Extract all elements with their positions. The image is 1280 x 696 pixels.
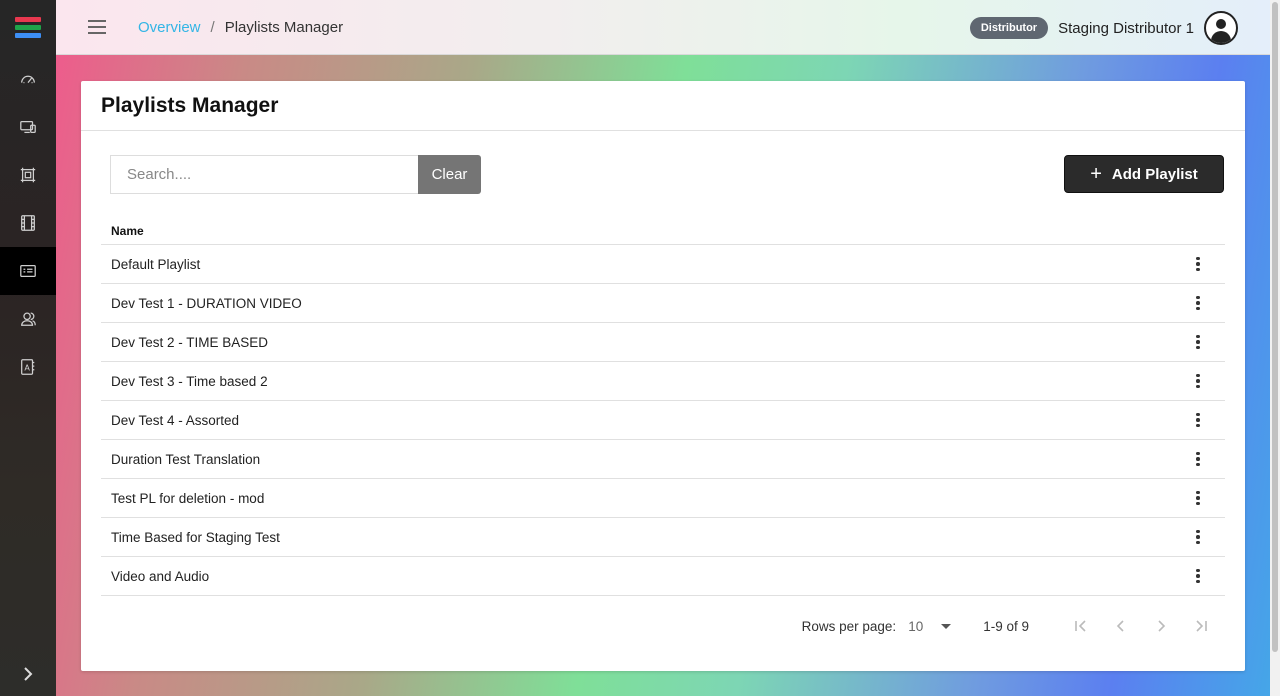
playlist-icon bbox=[20, 264, 36, 278]
plus-icon: + bbox=[1090, 163, 1102, 185]
rows-per-page-label: Rows per page: bbox=[801, 618, 897, 634]
next-page-button[interactable] bbox=[1141, 614, 1181, 638]
sidebar-item-media[interactable] bbox=[0, 199, 56, 247]
chevron-left-icon bbox=[1116, 620, 1124, 632]
playlist-name: Dev Test 1 - DURATION VIDEO bbox=[111, 295, 302, 311]
sidebar-item-contacts[interactable]: A bbox=[0, 343, 56, 391]
search-input[interactable] bbox=[110, 155, 418, 194]
last-page-button[interactable] bbox=[1181, 614, 1221, 638]
sidebar-item-devices[interactable] bbox=[0, 103, 56, 151]
role-badge: Distributor bbox=[969, 17, 1049, 39]
playlist-name: Duration Test Translation bbox=[111, 451, 261, 467]
film-media-icon bbox=[21, 215, 35, 231]
table-row[interactable]: Dev Test 3 - Time based 2 bbox=[101, 362, 1225, 401]
table-row[interactable]: Video and Audio bbox=[101, 557, 1225, 596]
sidebar-item-playlists[interactable] bbox=[0, 247, 56, 295]
sidebar-item-users[interactable] bbox=[0, 295, 56, 343]
playlist-name: Video and Audio bbox=[111, 568, 210, 584]
table-row[interactable]: Time Based for Staging Test bbox=[101, 518, 1225, 557]
sidebar-item-dashboard[interactable] bbox=[0, 55, 56, 103]
table-row[interactable]: Test PL for deletion - mod bbox=[101, 479, 1225, 518]
row-actions-menu-icon[interactable] bbox=[1183, 405, 1213, 435]
dashboard-gauge-icon bbox=[21, 75, 35, 84]
app-logo[interactable] bbox=[0, 0, 56, 55]
contacts-book-icon: A bbox=[21, 359, 35, 375]
logo-bars-icon bbox=[15, 17, 41, 38]
playlists-table: Name Default Playlist Dev Test 1 - DURATI… bbox=[101, 218, 1225, 596]
first-page-button[interactable] bbox=[1061, 614, 1101, 638]
add-playlist-button[interactable]: + Add Playlist bbox=[1064, 155, 1224, 193]
first-page-icon bbox=[1075, 620, 1086, 632]
row-actions-menu-icon[interactable] bbox=[1183, 288, 1213, 318]
sidebar: A bbox=[0, 0, 56, 696]
row-actions-menu-icon[interactable] bbox=[1183, 561, 1213, 591]
breadcrumb-separator: / bbox=[210, 18, 215, 36]
playlist-name: Test PL for deletion - mod bbox=[111, 490, 265, 506]
table-row[interactable]: Dev Test 1 - DURATION VIDEO bbox=[101, 284, 1225, 323]
column-header-name[interactable]: Name bbox=[101, 218, 1225, 245]
playlist-name: Time Based for Staging Test bbox=[111, 529, 280, 545]
rows-per-page-value: 10 bbox=[908, 618, 924, 634]
user-name[interactable]: Staging Distributor 1 bbox=[1058, 20, 1194, 37]
rows-per-page-select[interactable]: 10 bbox=[908, 618, 952, 634]
playlist-name: Dev Test 4 - Assorted bbox=[111, 412, 240, 428]
svg-text:A: A bbox=[24, 363, 30, 373]
sidebar-expand-button[interactable] bbox=[0, 652, 56, 696]
chevron-right-icon bbox=[1158, 620, 1166, 632]
table-row[interactable]: Duration Test Translation bbox=[101, 440, 1225, 479]
row-actions-menu-icon[interactable] bbox=[1183, 366, 1213, 396]
frame-layout-icon bbox=[20, 167, 36, 183]
table-row[interactable]: Dev Test 2 - TIME BASED bbox=[101, 323, 1225, 362]
add-playlist-label: Add Playlist bbox=[1111, 165, 1198, 183]
breadcrumb: Overview / Playlists Manager bbox=[138, 19, 343, 36]
clear-button[interactable]: Clear bbox=[418, 155, 481, 194]
sidebar-item-layouts[interactable] bbox=[0, 151, 56, 199]
devices-icon bbox=[20, 120, 36, 134]
pagination-range: 1-9 of 9 bbox=[983, 618, 1029, 634]
page-title: Playlists Manager bbox=[81, 81, 1245, 131]
hamburger-menu-button[interactable] bbox=[84, 14, 110, 40]
playlist-name: Dev Test 2 - TIME BASED bbox=[111, 334, 269, 350]
table-row[interactable]: Default Playlist bbox=[101, 245, 1225, 284]
playlist-name: Default Playlist bbox=[111, 256, 201, 272]
row-actions-menu-icon[interactable] bbox=[1183, 483, 1213, 513]
user-avatar-icon[interactable] bbox=[1204, 11, 1238, 45]
breadcrumb-overview-link[interactable]: Overview bbox=[138, 19, 201, 36]
caret-down-icon bbox=[941, 623, 952, 629]
last-page-icon bbox=[1196, 620, 1207, 632]
row-actions-menu-icon[interactable] bbox=[1183, 522, 1213, 552]
breadcrumb-current: Playlists Manager bbox=[224, 18, 344, 36]
users-icon bbox=[21, 312, 36, 326]
search-toolbar: Clear bbox=[110, 155, 481, 194]
pagination: Rows per page: 10 1-9 of 9 bbox=[802, 614, 1221, 638]
row-actions-menu-icon[interactable] bbox=[1183, 444, 1213, 474]
page-scrollbar[interactable] bbox=[1270, 0, 1280, 696]
table-row[interactable]: Dev Test 4 - Assorted bbox=[101, 401, 1225, 440]
playlists-card: Playlists Manager Clear + Add Playlist N… bbox=[81, 81, 1245, 671]
chevron-right-icon bbox=[24, 667, 33, 681]
top-header: Overview / Playlists Manager Distributor… bbox=[56, 0, 1270, 55]
row-actions-menu-icon[interactable] bbox=[1183, 327, 1213, 357]
user-area: Distributor Staging Distributor 1 bbox=[969, 11, 1238, 45]
playlist-name: Dev Test 3 - Time based 2 bbox=[111, 373, 268, 389]
scrollbar-thumb[interactable] bbox=[1272, 2, 1278, 652]
previous-page-button[interactable] bbox=[1101, 614, 1141, 638]
row-actions-menu-icon[interactable] bbox=[1183, 249, 1213, 279]
